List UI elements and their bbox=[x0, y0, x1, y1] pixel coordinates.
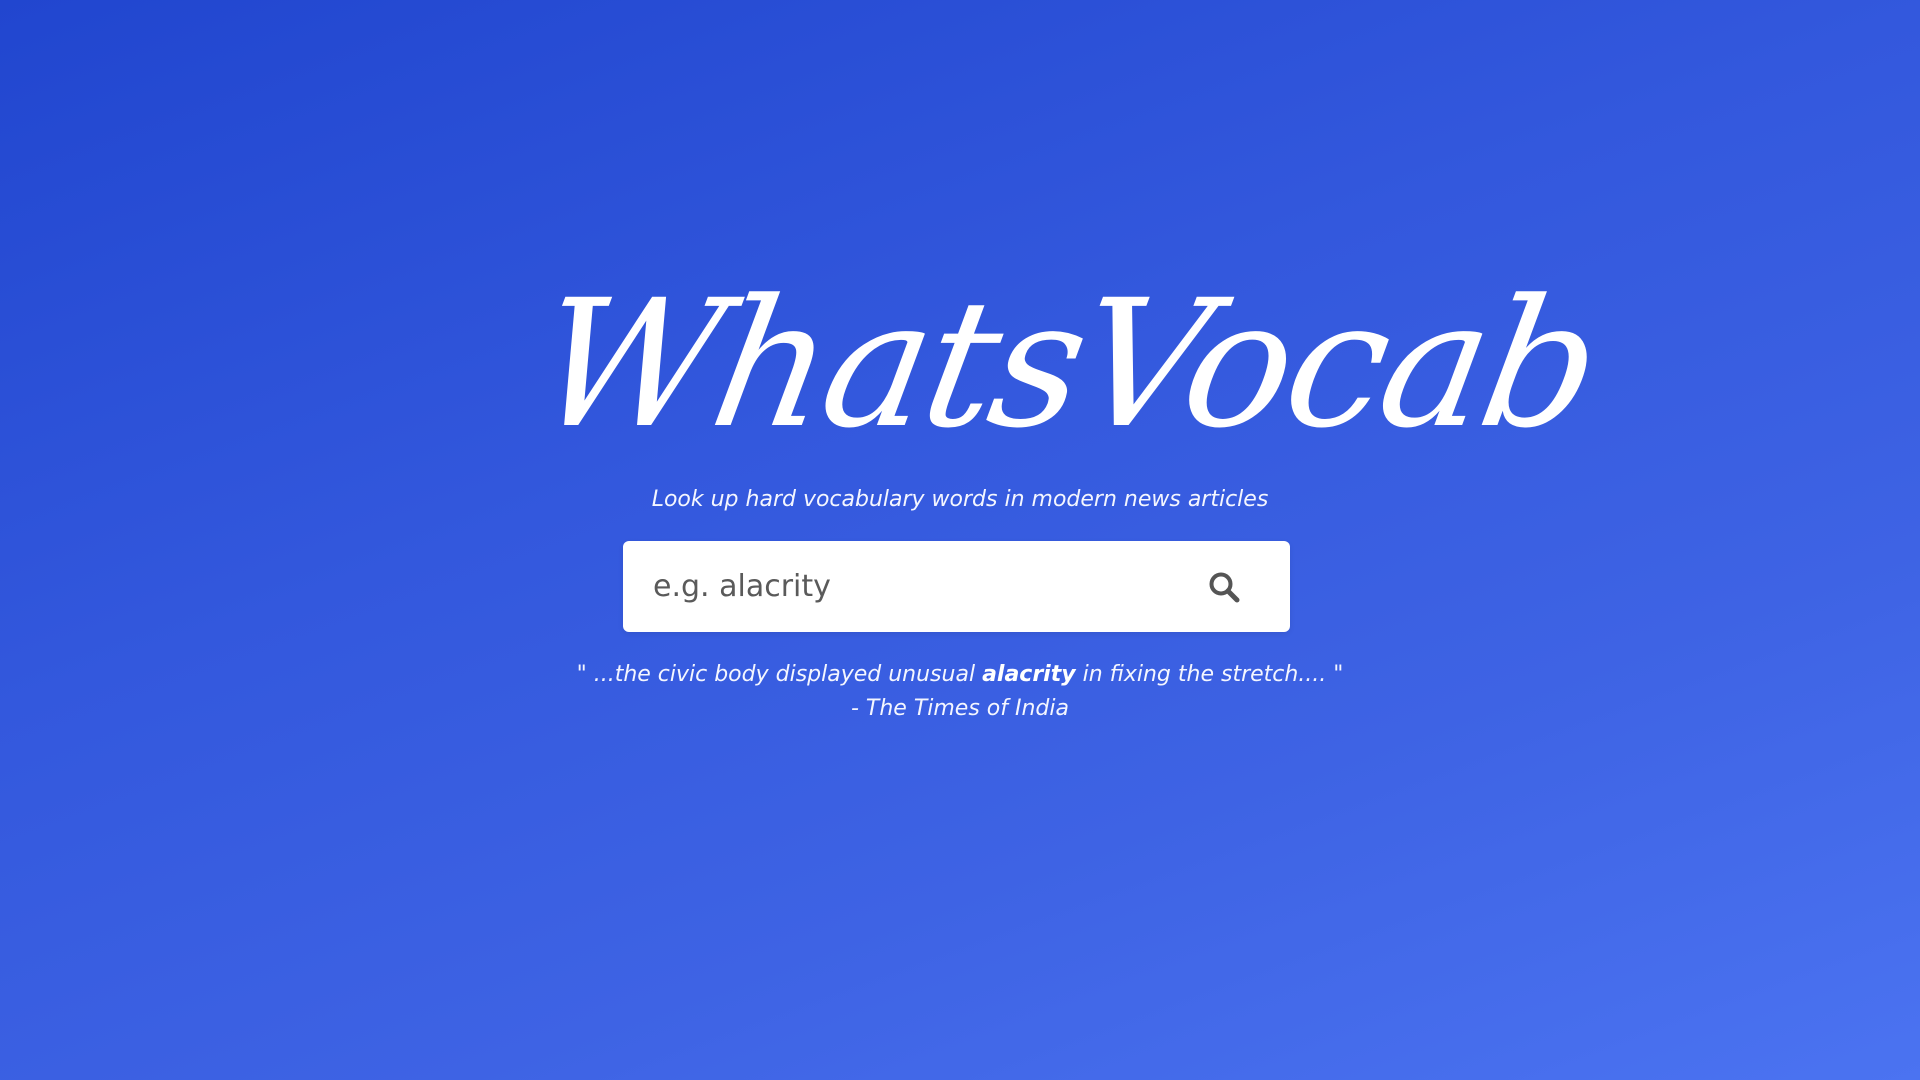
search-button[interactable] bbox=[1188, 541, 1260, 632]
search-icon bbox=[1209, 572, 1240, 602]
quote-open-mark: " bbox=[576, 662, 587, 687]
example-quote: " ...the civic body displayed unusual al… bbox=[460, 658, 1460, 726]
quote-after: in fixing the stretch.... bbox=[1075, 662, 1334, 687]
search-input[interactable] bbox=[623, 541, 1188, 632]
landing-hero: WhatsVocab Look up hard vocabulary words… bbox=[0, 0, 1920, 1080]
quote-text: " ...the civic body displayed unusual al… bbox=[460, 658, 1460, 692]
quote-before: ...the civic body displayed unusual bbox=[586, 662, 983, 687]
quote-highlight-word: alacrity bbox=[982, 662, 1076, 687]
tagline: Look up hard vocabulary words in modern … bbox=[651, 487, 1269, 512]
quote-close-mark: " bbox=[1333, 662, 1344, 687]
quote-source: - The Times of India bbox=[850, 696, 1069, 721]
app-logo: WhatsVocab bbox=[522, 262, 1612, 467]
search-bar bbox=[623, 541, 1290, 632]
